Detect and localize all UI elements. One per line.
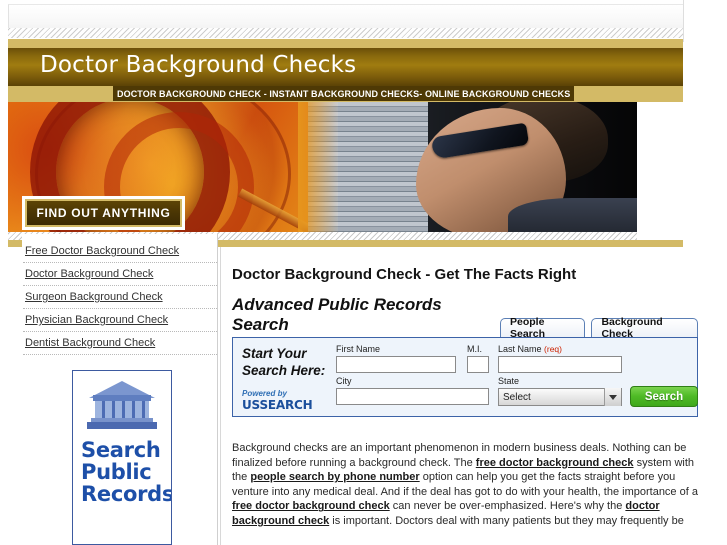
gold-band-top xyxy=(8,39,683,48)
top-sawtooth-divider xyxy=(8,28,683,38)
first-name-label: First Name xyxy=(336,344,381,354)
blinds-blend-overlay xyxy=(298,102,338,240)
banner-line-2: Public xyxy=(81,460,152,485)
sidebar-item-free-doctor-background-check[interactable]: Free Doctor Background Check xyxy=(23,240,217,263)
main-content: Doctor Background Check - Get The Facts … xyxy=(232,250,698,545)
content-divider xyxy=(220,247,221,545)
badge-label: FIND OUT ANYTHING xyxy=(27,201,180,225)
last-name-input[interactable] xyxy=(498,356,622,373)
middle-initial-label: M.I. xyxy=(467,344,482,354)
page-root: Doctor Background Checks DOCTOR BACKGROU… xyxy=(0,0,727,545)
first-name-input[interactable] xyxy=(336,356,456,373)
state-select-value: Select xyxy=(503,391,531,403)
people-search-form: Start Your Search Here: Powered by USSEA… xyxy=(232,337,698,417)
search-public-records-text: Search Public Records xyxy=(73,437,171,505)
paragraph-segment-4: can never be over-emphasized. Here's why… xyxy=(389,500,626,513)
search-public-records-banner[interactable]: Search Public Records xyxy=(72,370,172,545)
courthouse-step-lower xyxy=(87,422,157,429)
powered-by-block: Powered by USSEARCH xyxy=(242,389,313,412)
banner-line-3: Records xyxy=(81,482,172,507)
provider-name: USSEARCH xyxy=(242,397,313,412)
sidebar-link-label[interactable]: Physician Background Check xyxy=(25,314,168,326)
city-input[interactable] xyxy=(336,388,489,405)
sidebar-item-surgeon-background-check[interactable]: Surgeon Background Check xyxy=(23,286,217,309)
start-search-line-2: Search Here: xyxy=(242,362,326,378)
courthouse-icon xyxy=(85,381,159,433)
sidebar-item-physician-background-check[interactable]: Physician Background Check xyxy=(23,309,217,332)
last-name-label-text: Last Name xyxy=(498,344,542,354)
find-out-anything-badge[interactable]: FIND OUT ANYTHING xyxy=(22,196,185,230)
section-title: Advanced Public Records Search xyxy=(232,295,442,335)
sidebar-link-label[interactable]: Dentist Background Check xyxy=(25,337,155,349)
page-title: Doctor Background Check - Get The Facts … xyxy=(232,266,577,283)
link-free-doctor-background-check-1[interactable]: free doctor background check xyxy=(476,457,634,469)
start-your-search-label: Start Your Search Here: xyxy=(242,346,325,380)
sidebar-link-label[interactable]: Free Doctor Background Check xyxy=(25,245,179,257)
last-name-label: Last Name (req) xyxy=(498,344,562,354)
sidebar-item-doctor-background-check[interactable]: Doctor Background Check xyxy=(23,263,217,286)
sidebar-item-dentist-background-check[interactable]: Dentist Background Check xyxy=(23,332,217,355)
banner-line-1: Search xyxy=(81,438,161,462)
paragraph-segment-5: is important. Doctors deal with many pat… xyxy=(329,514,684,527)
tab-background-check[interactable]: Background Check xyxy=(591,316,698,340)
city-label: City xyxy=(336,376,352,386)
sidebar-nav-list: Free Doctor Background Check Doctor Back… xyxy=(23,234,217,355)
badge-gold-frame: FIND OUT ANYTHING xyxy=(25,199,182,227)
site-title: Doctor Background Checks xyxy=(40,52,357,78)
sidebar-link-label[interactable]: Surgeon Background Check xyxy=(25,291,163,303)
top-strip-edge xyxy=(683,0,684,42)
link-free-doctor-background-check-2[interactable]: free doctor background check xyxy=(232,500,390,512)
search-tabs: People Search Background Check xyxy=(500,316,698,340)
sidebar-link-label[interactable]: Doctor Background Check xyxy=(25,268,153,280)
middle-initial-input[interactable] xyxy=(467,356,489,373)
intro-paragraph: Background checks are an important pheno… xyxy=(232,441,698,529)
last-name-required-marker: (req) xyxy=(544,344,562,354)
site-subtitle-bar: DOCTOR BACKGROUND CHECK - INSTANT BACKGR… xyxy=(113,86,575,101)
state-select[interactable]: Select xyxy=(498,388,622,406)
tab-people-search[interactable]: People Search xyxy=(500,316,586,340)
chevron-down-icon[interactable] xyxy=(604,388,621,406)
site-subtitle-text: DOCTOR BACKGROUND CHECK - INSTANT BACKGR… xyxy=(117,88,571,99)
state-label: State xyxy=(498,376,520,386)
link-people-search-by-phone-number[interactable]: people search by phone number xyxy=(250,471,419,483)
start-search-line-1: Start Your xyxy=(242,346,307,361)
search-button[interactable]: Search xyxy=(630,386,698,407)
